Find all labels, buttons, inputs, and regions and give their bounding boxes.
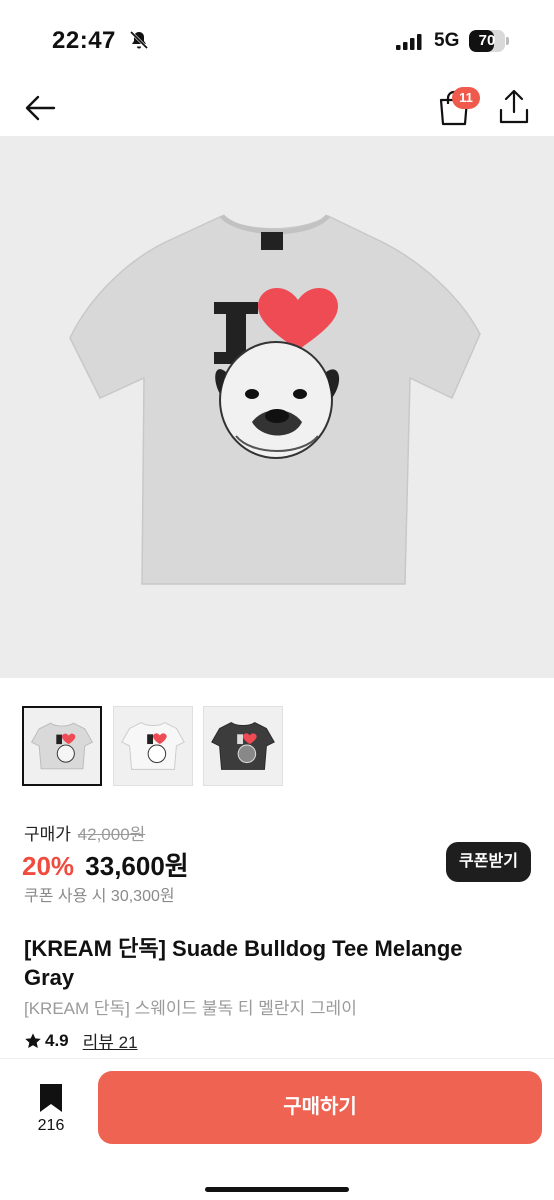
sale-price: 33,600원: [85, 851, 189, 881]
star-icon: [25, 1032, 41, 1048]
battery-indicator: 70: [469, 30, 509, 52]
product-title: [KREAM 단독] Suade Bulldog Tee Melange Gra…: [24, 936, 463, 990]
save-button[interactable]: 216: [20, 1081, 82, 1141]
coupon-button[interactable]: 쿠폰받기: [446, 842, 531, 882]
thumbnail-white[interactable]: [113, 706, 193, 786]
bell-slash-icon: [129, 30, 149, 50]
price-label-row: 구매가 42,000원: [24, 820, 145, 845]
original-price: 42,000원: [77, 825, 146, 844]
signal-icon: [396, 34, 422, 50]
rating-row: 4.9 리뷰 21: [24, 1028, 138, 1053]
rating-value: 4.9: [45, 1030, 69, 1050]
status-bar: 22:47 5G 70: [0, 0, 554, 80]
discount-rate: 20%: [22, 851, 75, 881]
home-indicator: [205, 1187, 349, 1192]
review-link[interactable]: 리뷰 21: [83, 1028, 138, 1053]
network-label: 5G: [434, 30, 460, 51]
save-count: 216: [37, 1117, 65, 1134]
cart-count-badge: 11: [452, 87, 480, 109]
share-icon[interactable]: [494, 86, 534, 128]
back-arrow-icon[interactable]: [20, 88, 60, 128]
product-image[interactable]: [0, 136, 554, 678]
bottom-bar: 216 구매하기: [0, 1058, 554, 1200]
price-label: 구매가: [24, 825, 71, 844]
coupon-price: 쿠폰 사용 시 30,300원: [24, 888, 175, 905]
product-subtitle: [KREAM 단독] 스웨이드 불독 티 멜란지 그레이: [24, 999, 357, 1018]
tshirt-image: [69, 214, 481, 585]
buy-button[interactable]: 구매하기: [98, 1071, 542, 1144]
battery-percent: 70: [478, 32, 496, 49]
price-row: 20% 33,600원: [22, 846, 189, 883]
status-time: 22:47: [52, 27, 116, 54]
thumbnail-charcoal[interactable]: [203, 706, 283, 786]
bookmark-icon: [40, 1084, 62, 1112]
thumbnail-gray[interactable]: [22, 706, 102, 786]
